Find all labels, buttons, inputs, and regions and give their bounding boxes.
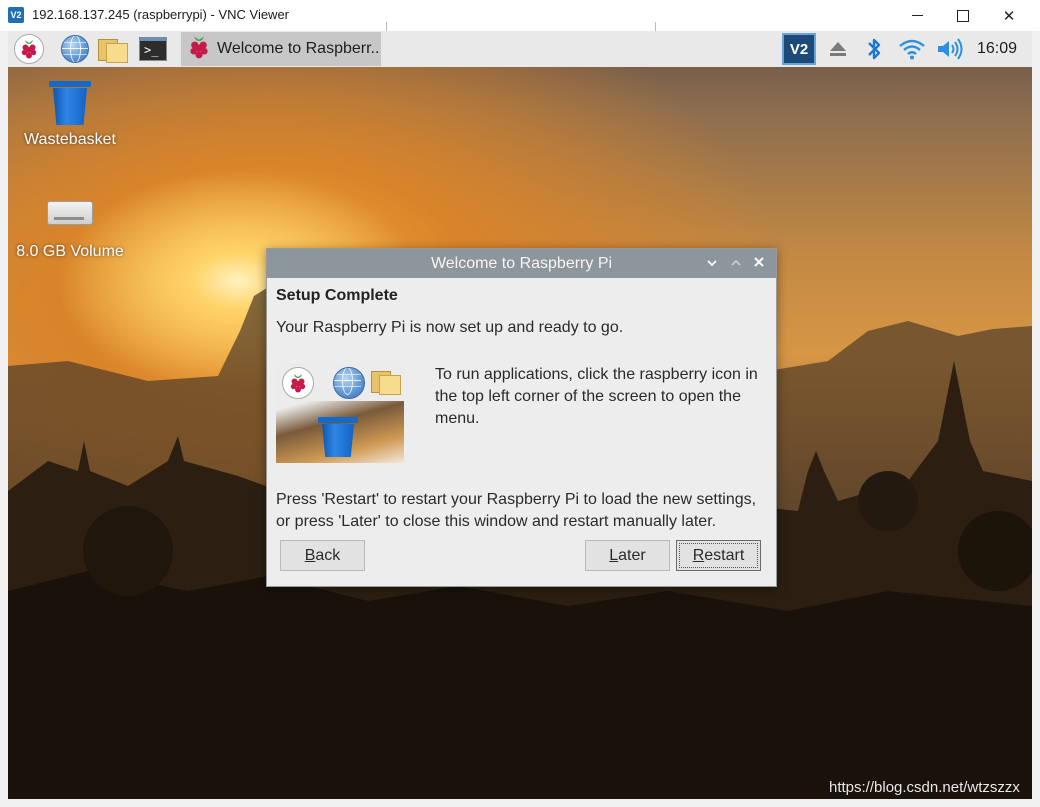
vnc-server-icon[interactable]: V2 <box>782 33 816 65</box>
file-manager-icon <box>98 37 128 63</box>
chevron-up-icon[interactable] <box>726 253 746 273</box>
vnc-app-icon: V2 <box>8 7 24 23</box>
terminal-button[interactable]: >_ <box>138 34 168 64</box>
desktop-icon-label: 8.0 GB Volume <box>16 243 124 260</box>
dialog-subtitle: Your Raspberry Pi is now set up and read… <box>276 319 624 336</box>
later-button[interactable]: Later <box>585 540 670 571</box>
wifi-icon[interactable] <box>898 35 926 63</box>
web-browser-icon <box>61 35 89 63</box>
trash-icon <box>318 417 358 457</box>
back-button-mnemonic: B <box>304 546 316 564</box>
welcome-dialog: Welcome to Raspberry Pi Setup Complete Y… <box>266 248 777 587</box>
taskbar: >_ Welcome to Raspberr... V2 16:09 <box>8 31 1032 67</box>
chevron-down-icon[interactable] <box>702 253 722 273</box>
raspberry-menu-icon <box>14 34 44 64</box>
bluetooth-icon[interactable] <box>860 35 888 63</box>
folder-icon <box>371 369 401 395</box>
taskbar-window-label: Welcome to Raspberr... <box>217 40 381 57</box>
file-manager-button[interactable] <box>97 34 128 64</box>
taskbar-window-button[interactable]: Welcome to Raspberr... <box>181 32 381 66</box>
later-button-label: ater <box>618 546 646 564</box>
dialog-info-text: To run applications, click the raspberry… <box>435 366 758 427</box>
trash-icon <box>49 81 91 125</box>
clock[interactable]: 16:09 <box>977 40 1017 58</box>
restart-button-mnemonic: R <box>692 546 705 564</box>
close-icon[interactable] <box>749 253 769 273</box>
restart-button-label: estart <box>704 546 745 564</box>
volume-icon[interactable] <box>936 35 964 63</box>
window-frame-bottom <box>0 799 1040 807</box>
desktop-icon-wastebasket[interactable]: Wastebasket <box>18 81 122 149</box>
restart-button[interactable]: Restart <box>676 540 761 571</box>
eject-icon[interactable] <box>824 35 852 63</box>
desktop-icon-volume[interactable]: 8.0 GB Volume <box>14 201 126 261</box>
raspberry-icon <box>187 33 211 66</box>
minimize-icon <box>911 15 923 16</box>
dialog-restart-text: Press 'Restart' to restart your Raspberr… <box>276 491 757 530</box>
watermark: https://blog.csdn.net/wtzszzx <box>829 779 1020 796</box>
desktop-preview-image <box>276 363 404 463</box>
desktop-icon-label: Wastebasket <box>24 131 116 148</box>
drive-icon <box>47 201 93 225</box>
later-button-mnemonic: L <box>609 546 619 564</box>
maximize-button[interactable] <box>940 0 986 31</box>
close-window-button[interactable]: ✕ <box>986 0 1032 31</box>
back-button[interactable]: Back <box>280 540 365 571</box>
terminal-icon: >_ <box>139 37 167 61</box>
window-frame-left <box>0 31 8 807</box>
dialog-title: Welcome to Raspberry Pi <box>430 255 613 272</box>
raspberry-menu-button[interactable] <box>14 34 44 64</box>
window-frame-right <box>1032 31 1040 807</box>
raspberry-icon <box>282 367 314 399</box>
globe-icon <box>333 367 365 399</box>
dialog-titlebar[interactable]: Welcome to Raspberry Pi <box>267 249 776 278</box>
minimize-button[interactable] <box>894 0 940 31</box>
maximize-icon <box>957 9 969 22</box>
back-button-label: ack <box>315 546 341 564</box>
dialog-heading: Setup Complete <box>276 287 398 304</box>
vnc-window-title: 192.168.137.245 (raspberrypi) - VNC View… <box>32 7 290 22</box>
web-browser-button[interactable] <box>60 34 90 64</box>
